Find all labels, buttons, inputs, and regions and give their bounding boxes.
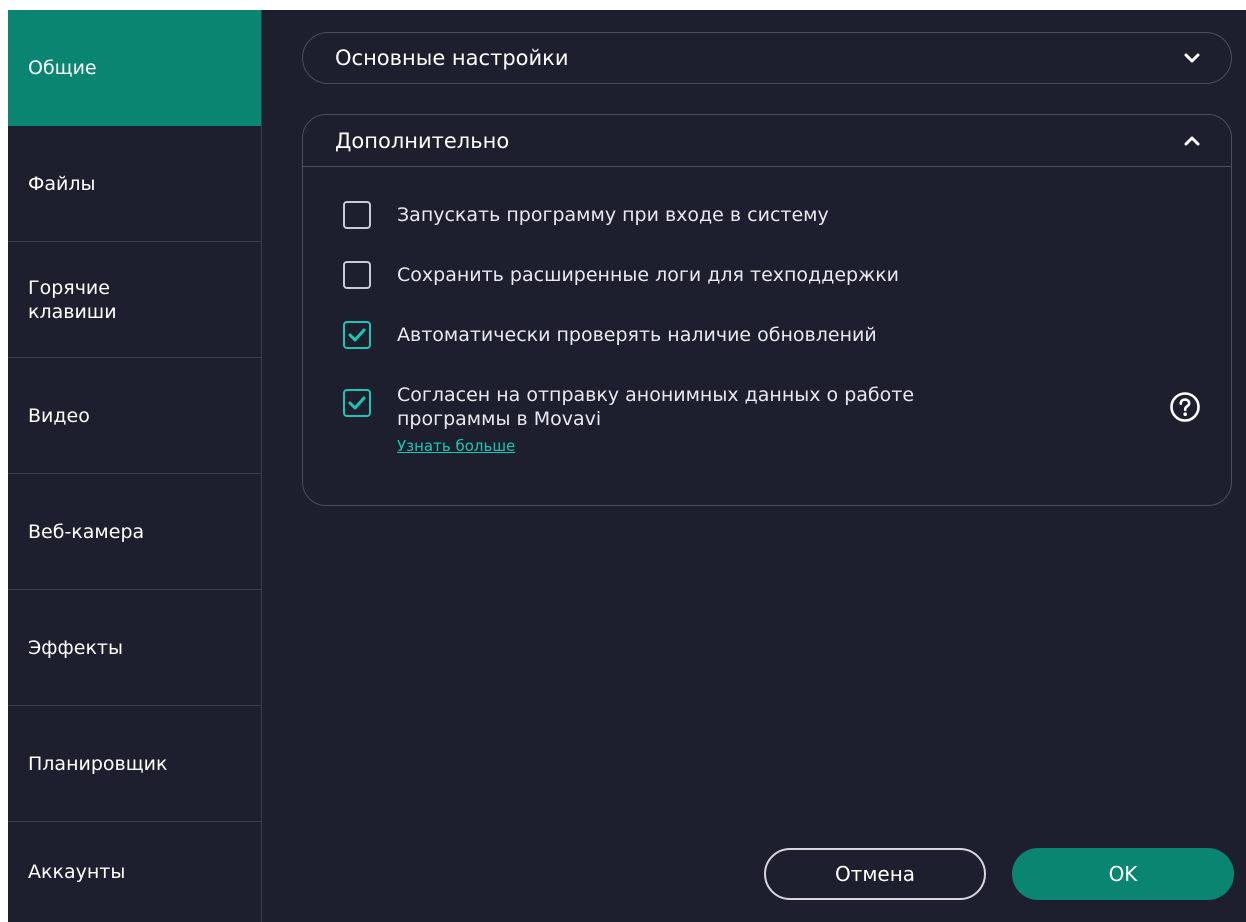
sidebar-item-hotkeys[interactable]: Горячие клавиши (8, 242, 261, 358)
sidebar-item-label: Видео (28, 404, 90, 427)
sidebar-item-video[interactable]: Видео (8, 358, 261, 474)
sidebar-item-webcam[interactable]: Веб-камера (8, 474, 261, 590)
chevron-down-icon[interactable] (1183, 49, 1201, 67)
sidebar-item-label: Аккаунты (28, 861, 126, 883)
option-label: Сохранить расширенные логи для техподдер… (397, 264, 900, 286)
section-advanced: Дополнительно Запускать программу при вх… (302, 114, 1232, 506)
sidebar-item-label: Горячие клавиши (28, 276, 117, 323)
section-basic-settings: Основные настройки (302, 32, 1232, 84)
checkmark-icon (348, 328, 366, 342)
option-text-block: Согласен на отправку анонимных данных о … (397, 383, 1017, 458)
settings-window: Общие Файлы Горячие клавиши Видео Веб-ка… (8, 10, 1246, 922)
sidebar-item-label: Файлы (28, 172, 96, 195)
learn-more-link[interactable]: Узнать больше (397, 434, 1017, 458)
option-launch-at-login: Запускать программу при входе в систему (343, 201, 829, 229)
anonymous-data-checkbox[interactable] (343, 389, 371, 417)
ok-button[interactable]: OK (1012, 848, 1234, 900)
sidebar-item-accounts[interactable]: Аккаунты (8, 822, 261, 922)
section-basic-header[interactable]: Основные настройки (303, 33, 1231, 83)
cancel-button[interactable]: Отмена (764, 848, 986, 900)
section-advanced-header[interactable]: Дополнительно (303, 115, 1231, 167)
sidebar-item-label: Планировщик (28, 752, 168, 775)
option-label: Согласен на отправку анонимных данных о … (397, 384, 915, 430)
option-extended-logs: Сохранить расширенные логи для техподдер… (343, 261, 900, 289)
chevron-up-icon[interactable] (1183, 132, 1201, 150)
option-auto-updates: Автоматически проверять наличие обновлен… (343, 321, 877, 349)
section-title: Дополнительно (335, 128, 510, 153)
question-circle-icon[interactable] (1169, 391, 1201, 423)
section-title: Основные настройки (335, 46, 569, 70)
extended-logs-checkbox[interactable] (343, 261, 371, 289)
sidebar-item-label: Эффекты (28, 636, 123, 659)
sidebar: Общие Файлы Горячие клавиши Видео Веб-ка… (8, 10, 262, 922)
launch-at-login-checkbox[interactable] (343, 201, 371, 229)
option-label: Автоматически проверять наличие обновлен… (397, 324, 877, 346)
option-anonymous-data: Согласен на отправку анонимных данных о … (343, 383, 1017, 458)
sidebar-item-files[interactable]: Файлы (8, 126, 261, 242)
option-label: Запускать программу при входе в систему (397, 204, 829, 226)
sidebar-item-label: Веб-камера (28, 520, 145, 543)
sidebar-item-scheduler[interactable]: Планировщик (8, 706, 261, 822)
checkmark-icon (348, 396, 366, 410)
sidebar-item-effects[interactable]: Эффекты (8, 590, 261, 706)
auto-updates-checkbox[interactable] (343, 321, 371, 349)
sidebar-item-general[interactable]: Общие (8, 10, 261, 126)
sidebar-item-label: Общие (28, 56, 97, 79)
